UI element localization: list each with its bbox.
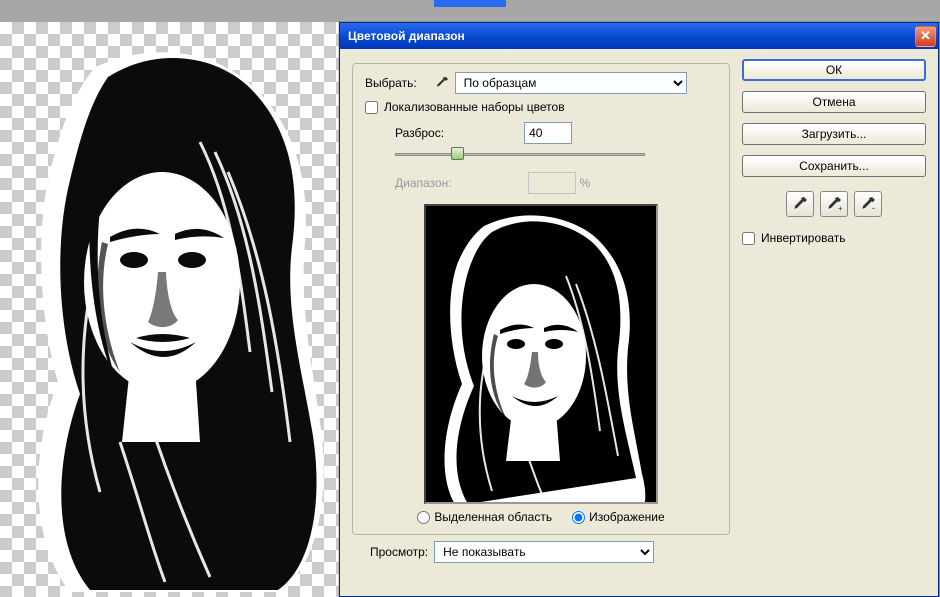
range-unit: % <box>580 176 591 190</box>
radio-image-wrap[interactable]: Изображение <box>572 510 665 524</box>
invert-checkbox[interactable] <box>742 232 755 245</box>
dialog-title: Цветовой диапазон <box>348 29 915 43</box>
select-group: Выбрать: По образцам Локализованные набо… <box>352 63 730 535</box>
svg-text:+: + <box>838 204 842 212</box>
cancel-button[interactable]: Отмена <box>742 91 926 113</box>
eyedropper-button[interactable] <box>786 191 814 217</box>
eyedropper-toolset: + - <box>742 191 926 217</box>
slider-thumb[interactable] <box>451 147 464 160</box>
range-input-disabled <box>528 172 576 194</box>
localized-label: Локализованные наборы цветов <box>384 100 565 114</box>
color-range-dialog: Цветовой диапазон ✕ Выбрать: По образцам <box>339 22 939 597</box>
eyedropper-minus-button[interactable]: - <box>854 191 882 217</box>
load-button[interactable]: Загрузить... <box>742 123 926 145</box>
dock-handle <box>434 0 506 7</box>
radio-selection-wrap[interactable]: Выделенная область <box>417 510 552 524</box>
ok-button[interactable]: ОК <box>742 59 926 81</box>
dialog-titlebar[interactable]: Цветовой диапазон ✕ <box>340 23 938 49</box>
preview-artwork <box>426 206 658 504</box>
radio-selection-label: Выделенная область <box>434 510 552 524</box>
document-canvas[interactable] <box>0 22 342 597</box>
localized-checkbox[interactable] <box>365 101 378 114</box>
eyedropper-minus-icon: - <box>860 196 876 212</box>
eyedropper-plus-icon: + <box>826 196 842 212</box>
eyedropper-plus-button[interactable]: + <box>820 191 848 217</box>
fuzziness-input[interactable] <box>524 122 572 144</box>
close-button[interactable]: ✕ <box>915 26 936 47</box>
preview-mode-label: Просмотр: <box>370 545 428 559</box>
preview-mode-combo[interactable]: Не показывать <box>434 541 654 563</box>
radio-selection[interactable] <box>417 511 430 524</box>
app-toolbar-strip <box>0 0 940 22</box>
eyedropper-icon <box>792 196 808 212</box>
invert-label: Инвертировать <box>761 231 846 245</box>
svg-text:-: - <box>872 203 875 212</box>
save-button[interactable]: Сохранить... <box>742 155 926 177</box>
fuzziness-label: Разброс: <box>395 126 444 140</box>
fuzziness-slider[interactable] <box>395 150 645 158</box>
close-icon: ✕ <box>920 28 931 44</box>
select-combo[interactable]: По образцам <box>455 72 687 94</box>
selection-preview[interactable] <box>424 204 658 504</box>
slider-rail <box>395 153 645 156</box>
radio-image-label: Изображение <box>589 510 665 524</box>
range-label: Диапазон: <box>395 176 452 190</box>
select-label: Выбрать: <box>365 76 417 90</box>
eyedropper-icon <box>435 76 449 90</box>
canvas-artwork <box>0 22 342 597</box>
radio-image[interactable] <box>572 511 585 524</box>
